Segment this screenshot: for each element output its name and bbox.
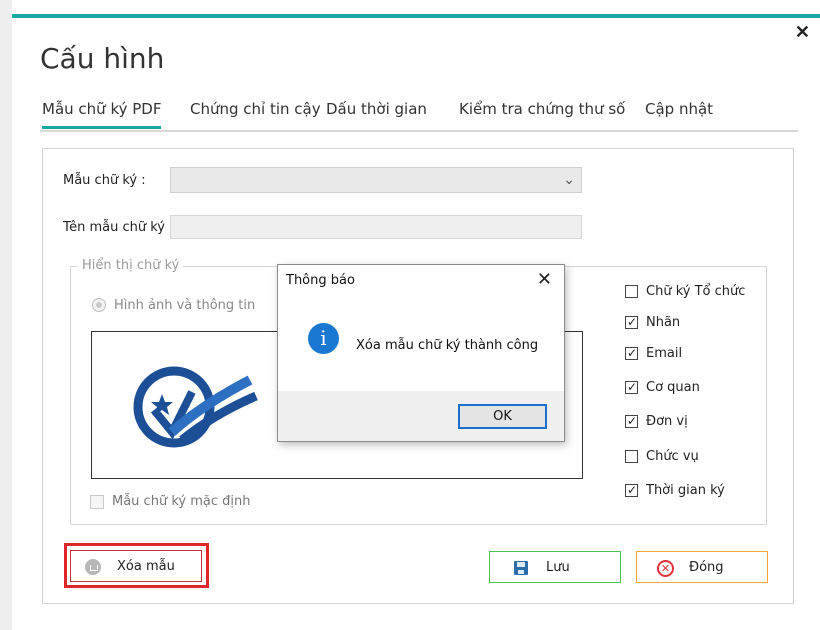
checkmark-icon: ✓ [627,315,638,329]
checkmark-icon: ✓ [627,483,638,497]
tab-trusted-certificates[interactable]: Chứng chỉ tin cậy [190,100,321,118]
option-label-label: Nhãn [646,315,681,330]
checkbox-label[interactable]: ✓ [625,315,638,329]
tab-check-certificate[interactable]: Kiểm tra chứng thư số [459,100,625,118]
checkbox-agency[interactable]: ✓ [625,380,638,394]
checkmark-icon: ✓ [627,414,638,428]
close-button[interactable]: ✕ Đóng [636,551,768,583]
checkbox-signing-time[interactable]: ✓ [625,483,638,497]
close-label: Đóng [689,560,724,575]
info-icon: i [308,323,339,354]
close-circle-icon: ✕ [657,560,674,577]
checkbox-organization-signature[interactable] [625,285,638,298]
checkbox-email[interactable]: ✓ [625,346,638,360]
checkmark-icon: ✓ [627,346,638,360]
message-box-body: i Xóa mẫu chữ ký thành công [278,296,564,391]
save-label: Lưu [546,560,570,575]
option-signing-time-label: Thời gian ký [646,483,725,498]
template-select[interactable]: ⌄ [170,167,582,193]
option-position-label: Chức vụ [646,449,699,464]
template-name-label: Tên mẫu chữ ký : [63,220,174,235]
tab-update[interactable]: Cập nhật [645,100,713,118]
message-box-title: Thông báo [286,273,355,288]
ok-button[interactable]: OK [458,404,547,429]
option-organization-signature-label: Chữ ký Tổ chức [646,284,746,299]
window-shadow [0,0,12,630]
save-button[interactable]: Lưu [489,551,621,583]
checkbox-position[interactable] [625,450,638,463]
trash-icon [85,559,101,575]
option-unit-label: Đơn vị [646,414,688,429]
checkbox-unit[interactable]: ✓ [625,414,638,428]
window-close-icon[interactable]: ✕ [795,22,810,43]
default-template-label: Mẫu chữ ký mặc định [112,494,251,509]
delete-template-button[interactable]: Xóa mẫu [70,550,202,582]
option-email-label: Email [646,346,683,361]
tab-pdf-signature-template[interactable]: Mẫu chữ ký PDF [42,100,162,129]
message-box-close-icon[interactable]: ✕ [537,269,552,290]
message-box-text: Xóa mẫu chữ ký thành công [356,338,539,353]
save-icon [514,561,528,575]
window-accent-bar [12,14,820,18]
tab-timestamp[interactable]: Dấu thời gian [326,100,427,118]
delete-template-label: Xóa mẫu [117,559,175,574]
message-box: Thông báo ✕ i Xóa mẫu chữ ký thành công … [277,264,565,442]
image-info-radio[interactable] [92,298,106,312]
template-name-input[interactable] [170,215,582,239]
message-box-titlebar: Thông báo ✕ [278,265,564,296]
tab-bar: Mẫu chữ ký PDF Chứng chỉ tin cậy Dấu thờ… [40,100,798,132]
option-agency-label: Cơ quan [646,380,700,395]
default-template-checkbox[interactable] [90,495,104,509]
display-signature-legend: Hiển thị chữ ký [78,258,184,273]
page-title: Cấu hình [40,42,165,75]
checkmark-icon: ✓ [627,380,638,394]
template-label: Mẫu chữ ký : [63,173,146,188]
image-info-radio-label: Hình ảnh và thông tin [114,298,256,313]
chevron-down-icon: ⌄ [563,171,575,187]
signature-seal-logo [133,366,258,448]
